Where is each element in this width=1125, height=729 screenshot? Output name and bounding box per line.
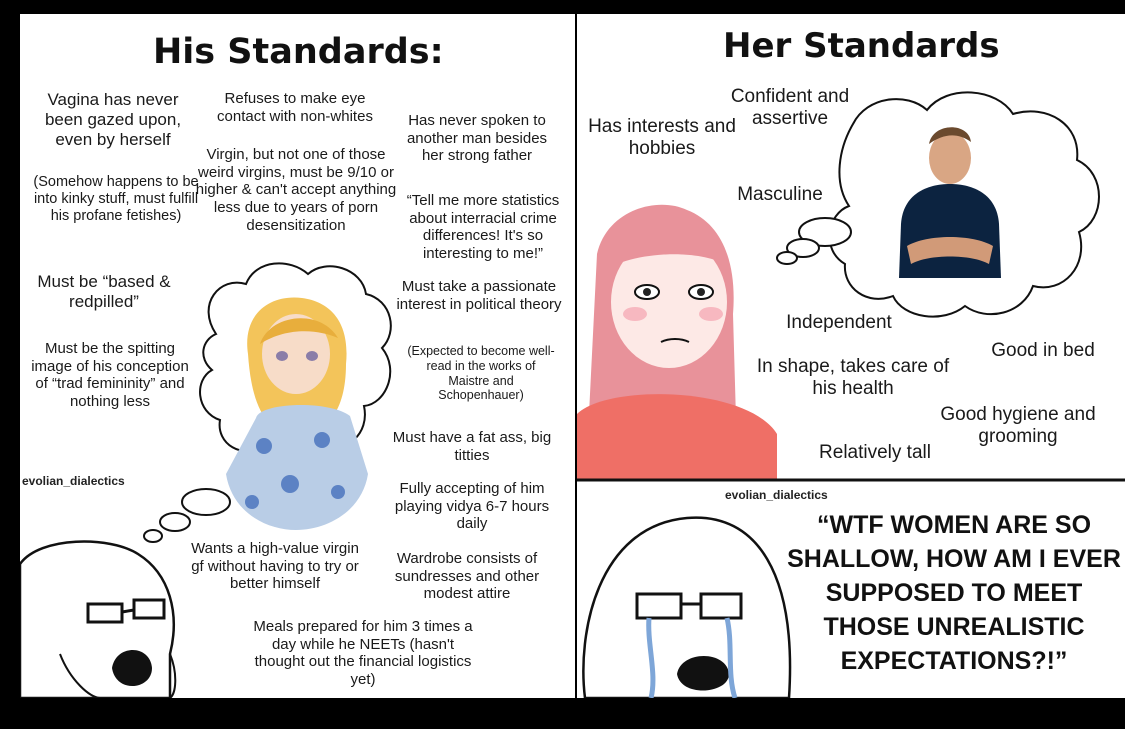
item-in-shape: In shape, takes care of his health (756, 356, 950, 400)
item-independent: Independent (786, 312, 892, 333)
item-masculine: Masculine (737, 184, 823, 205)
her-standards-title: Her Standards (723, 26, 1000, 66)
watermark: evolian_dialectics (725, 488, 828, 502)
thought-bubble-illustration (20, 262, 392, 698)
item-confident: Confident and assertive (730, 86, 850, 130)
her-standards-panel: Her Standards Has interests and hobbies … (577, 14, 1125, 698)
quote-text: “WTF WOMEN ARE SO SHALLOW, HOW AM I EVER… (787, 511, 1121, 675)
item-tall: Relatively tall (819, 442, 931, 463)
his-standards-panel: His Standards: Vagina has never been gaz… (20, 14, 575, 698)
item-good-in-bed: Good in bed (991, 340, 1095, 361)
